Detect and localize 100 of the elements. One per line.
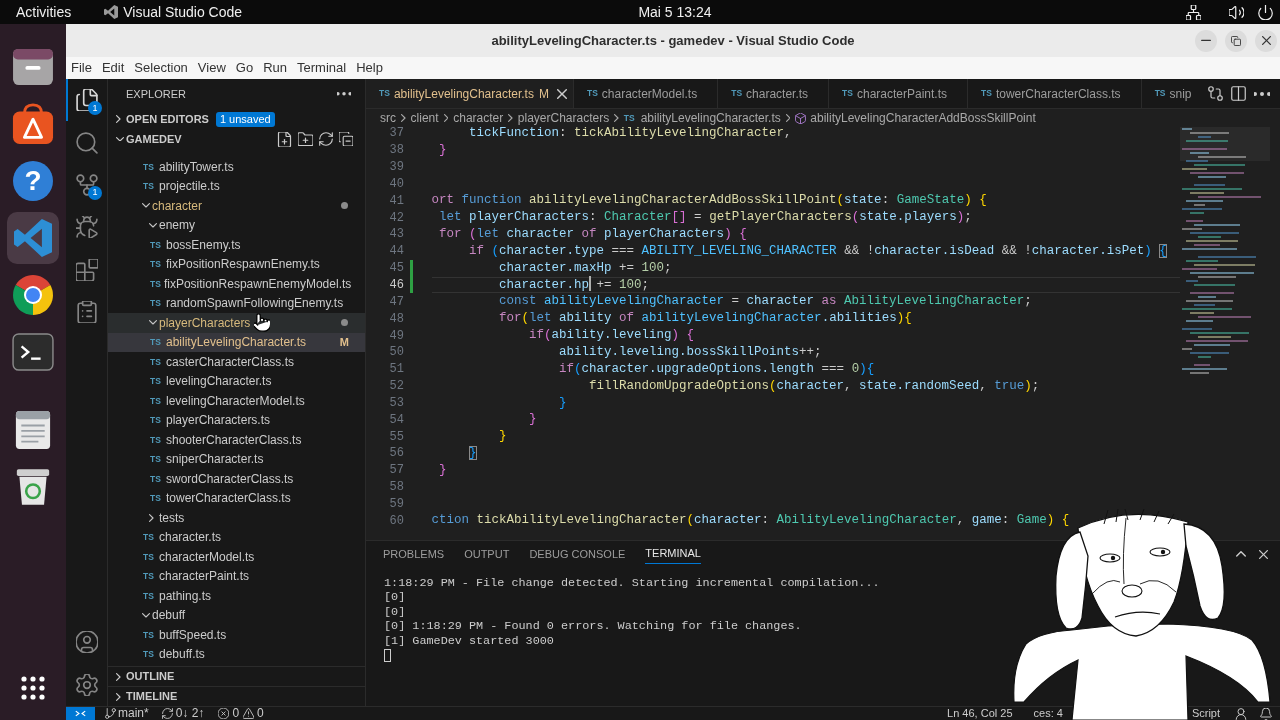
terminal-line: [1] GameDev started 3000 — [384, 633, 554, 649]
branch-button[interactable]: main* — [105, 707, 149, 720]
folder-item[interactable]: character — [108, 196, 365, 216]
tree-item[interactable]: TS pathing.ts — [108, 586, 365, 606]
tree-item[interactable]: TS fixPositionRespawnEnemyModel.ts — [108, 274, 365, 294]
explorer-button[interactable]: 1 — [66, 79, 107, 122]
breadcrumb-item[interactable]: client — [410, 109, 439, 127]
tree-item[interactable]: TS abilityLevelingCharacter.ts M — [108, 332, 365, 352]
menu-item[interactable]: View — [192, 58, 231, 78]
tree-item[interactable]: TS fixPositionRespawnEnemy.ts — [108, 254, 365, 274]
chevron-right-icon — [785, 114, 791, 122]
remote-icon — [75, 710, 86, 717]
power-icon[interactable] — [1258, 4, 1273, 20]
more-actions-icon[interactable] — [1254, 91, 1270, 96]
search-icon — [75, 131, 98, 154]
tree-item[interactable]: TS buffSpeed.ts — [108, 625, 365, 645]
tree-item[interactable]: TS character.ts — [108, 527, 365, 547]
breadcrumb-item[interactable]: character — [453, 109, 504, 127]
tree-item[interactable]: TS debuff.ts — [108, 644, 365, 664]
dock-app-button[interactable]: ? — [7, 155, 59, 207]
new-file-icon[interactable] — [277, 131, 292, 147]
line-number: 43 — [388, 226, 405, 244]
minimize-icon — [1201, 39, 1211, 42]
new-folder-icon[interactable] — [298, 131, 313, 147]
network-icon[interactable] — [1186, 4, 1201, 20]
remote-button[interactable] — [66, 707, 95, 720]
tree-item[interactable]: TS levelingCharacter.ts — [108, 371, 365, 391]
window-title: abilityLevelingCharacter.ts - gamedev - Visual Studio Code — [491, 31, 855, 50]
code-line: ability.leveling.bossSkillPoints++; — [559, 344, 822, 361]
help-icon: ? — [13, 161, 53, 201]
line-number: 45 — [388, 260, 405, 278]
problems-button[interactable]: 0 0 — [218, 707, 264, 720]
tree-item[interactable]: TS abilityTower.ts — [108, 157, 365, 177]
folder-item[interactable]: enemy — [108, 215, 365, 235]
tree-item[interactable]: TS casterCharacterClass.ts — [108, 352, 365, 372]
tree-item[interactable]: TS randomSpawnFollowingEnemy.ts — [108, 293, 365, 313]
panel-tab[interactable]: TERMINAL — [635, 541, 711, 567]
maximize-panel-icon[interactable] — [1236, 551, 1246, 557]
breadcrumb-item[interactable]: src — [380, 109, 396, 127]
menu-item[interactable]: Terminal — [292, 58, 352, 78]
section-header[interactable]: OPEN EDITORS 1 unsaved — [108, 109, 365, 129]
folder-item[interactable]: tests — [108, 508, 365, 528]
indentation-button[interactable]: ces: 4 — [1033, 707, 1063, 720]
close-icon[interactable] — [1259, 549, 1268, 559]
panel-tab[interactable]: OUTPUT — [454, 541, 520, 567]
tree-item[interactable]: TS characterModel.ts — [108, 547, 365, 567]
menu-item[interactable]: Edit — [96, 58, 130, 78]
close-icon — [556, 88, 567, 99]
ts-file-icon: TS — [143, 533, 156, 542]
section-header[interactable]: GAMEDEV — [108, 129, 365, 149]
compare-changes-icon[interactable] — [1208, 86, 1223, 101]
editor-tab[interactable]: TS abilityLevelingCharacter.ts M — [366, 79, 574, 108]
menu-item[interactable]: File — [66, 58, 97, 78]
collapse-all-icon[interactable] — [339, 132, 353, 146]
ts-file-icon: TS — [623, 113, 635, 123]
cursor-position-button[interactable]: Ln 46, Col 25 — [947, 707, 1013, 720]
tree-item[interactable]: TS characterPaint.ts — [108, 566, 365, 586]
menu-item[interactable]: Help — [351, 58, 388, 78]
menu-item[interactable]: Selection — [129, 58, 193, 78]
tree-item[interactable]: TS shooterCharacterClass.ts — [108, 430, 365, 450]
minimap[interactable] — [1180, 127, 1270, 377]
tree-item[interactable]: TS bossEnemy.ts — [108, 235, 365, 255]
app-grid-icon[interactable] — [21, 676, 45, 700]
folder-item[interactable]: playerCharacters — [108, 313, 365, 333]
more-actions-icon[interactable] — [337, 92, 351, 96]
bell-icon[interactable] — [1260, 707, 1272, 720]
tree-item[interactable]: TS playerCharacters.ts — [108, 410, 365, 430]
tree-item[interactable]: TS levelingCharacterModel.ts — [108, 391, 365, 411]
clock[interactable]: Mai 5 13:24 — [638, 3, 712, 20]
code-line: } — [559, 394, 567, 412]
split-editor-icon[interactable] — [1231, 86, 1246, 101]
tree-item[interactable]: TS projectile.ts — [108, 176, 365, 196]
breadcrumb-item[interactable]: abilityLevelingCharacterAddBossSkillPoint — [795, 109, 1036, 127]
close-button[interactable] — [1255, 29, 1277, 52]
breadcrumb-item[interactable]: TS abilityLevelingCharacter.ts — [623, 109, 781, 127]
app-menu-button[interactable]: Visual Studio Code — [123, 1, 243, 23]
menu-item[interactable]: Go — [230, 58, 259, 78]
code-line: character.hp += 100; — [499, 275, 650, 294]
code-line: } — [439, 461, 447, 479]
refresh-icon[interactable] — [319, 132, 333, 146]
tree-item[interactable]: TS sniperCharacter.ts — [108, 449, 365, 469]
language-button[interactable]: Script — [1191, 707, 1220, 720]
volume-icon[interactable] — [1229, 4, 1244, 20]
tree-item[interactable]: TS towerCharacterClass.ts — [108, 488, 365, 508]
ts-file-icon: TS — [379, 89, 390, 98]
activities-button[interactable]: Activities — [16, 1, 72, 23]
menu-item[interactable]: Run — [258, 58, 292, 78]
folder-item[interactable]: debuff — [108, 605, 365, 625]
source-control-button[interactable]: 1 — [66, 163, 107, 207]
code-line: ort function abilityLevelingCharacterAddBossSkillPoint(state: GameState) { — [431, 192, 987, 210]
sync-button[interactable]: 0↓ 2↑ — [161, 707, 205, 720]
tree-item[interactable]: TS swordCharacterClass.ts — [108, 469, 365, 489]
panel-tab[interactable]: DEBUG CONSOLE — [519, 541, 636, 567]
line-number: 40 — [388, 175, 405, 193]
breadcrumb-item[interactable]: playerCharacters — [517, 109, 610, 127]
person-icon[interactable] — [1235, 707, 1247, 720]
ts-file-icon: TS — [143, 650, 156, 659]
panel-tab[interactable]: PROBLEMS — [373, 541, 455, 567]
section-header[interactable]: OUTLINE — [108, 666, 365, 686]
restore-button[interactable] — [1225, 29, 1247, 52]
